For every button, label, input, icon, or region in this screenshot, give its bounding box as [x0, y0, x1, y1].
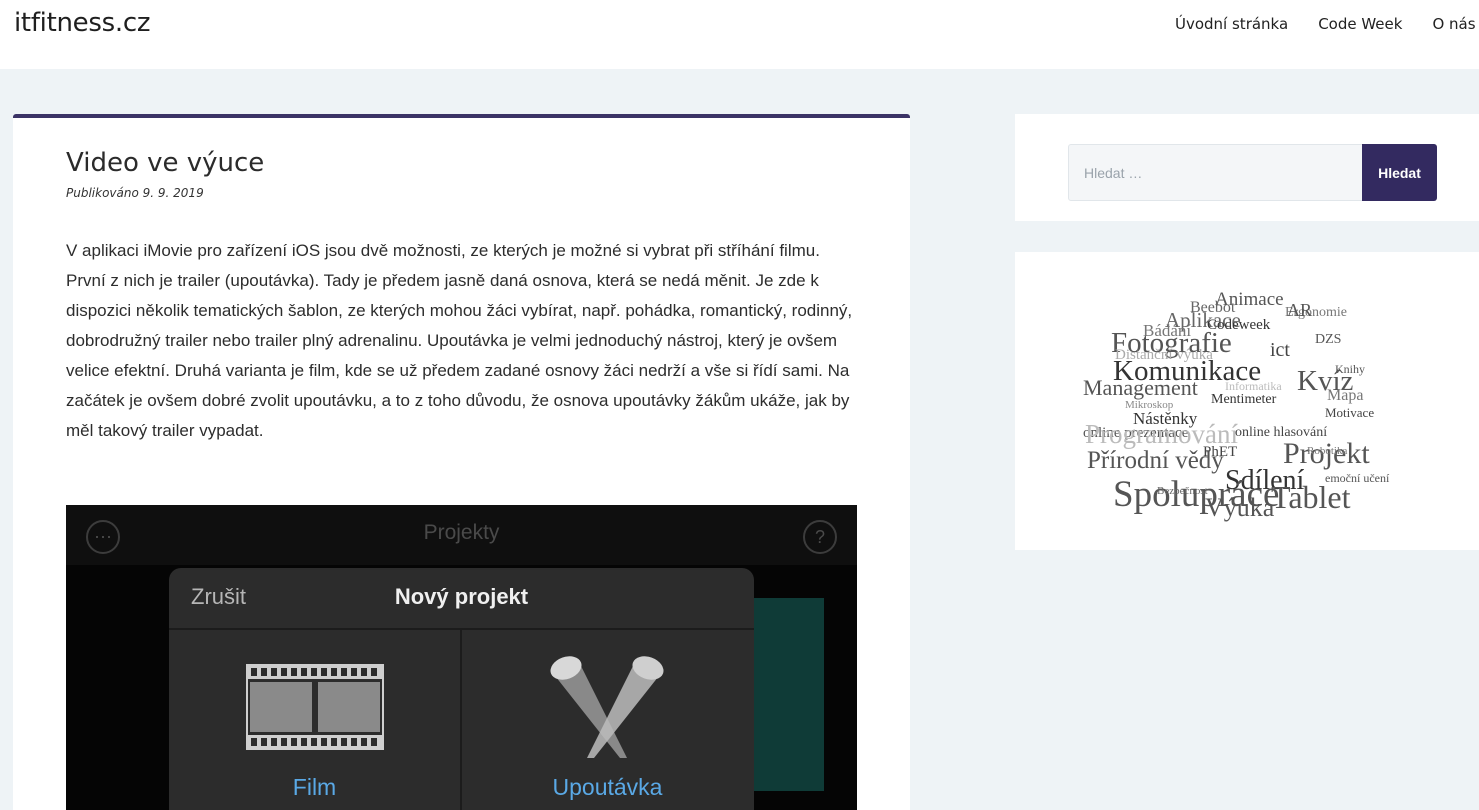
article-meta: Publikováno 9. 9. 2019: [66, 186, 204, 200]
tag-vyuka[interactable]: Výuka: [1205, 493, 1274, 523]
article-body: V aplikaci iMovie pro zařízení iOS jsou …: [66, 241, 853, 440]
background-thumbnail: [754, 598, 824, 791]
tag-ict[interactable]: ict: [1270, 339, 1290, 362]
tag-motivace[interactable]: Motivace: [1325, 405, 1374, 421]
search-widget: Hledat: [1015, 114, 1479, 221]
tag-mapa[interactable]: Mapa: [1327, 387, 1363, 405]
nav-item-home[interactable]: Úvodní stránka: [1175, 15, 1288, 33]
question-circle-icon: ?: [803, 520, 837, 554]
imovie-screenshot: ⋯ Projekty ? Zrušit Nový projekt Film Up…: [66, 505, 857, 810]
site-title[interactable]: itfitness.cz: [14, 8, 150, 38]
site-header: itfitness.cz Úvodní stránka Code Week O …: [0, 0, 1479, 69]
search-input[interactable]: [1068, 144, 1363, 201]
tag-prirodni-vedy[interactable]: Přírodní vědy: [1087, 447, 1224, 475]
article-title[interactable]: Video ve výuce: [66, 148, 264, 178]
tag-dzs[interactable]: DZS: [1315, 332, 1341, 348]
tag-emocni-uceni[interactable]: emoční učení: [1325, 471, 1389, 486]
modal-title: Nový projekt: [394, 584, 529, 609]
option-film: Film: [169, 630, 460, 810]
tag-mentimeter[interactable]: Mentimeter: [1211, 392, 1276, 408]
screenshot-header: ⋯ Projekty ?: [66, 505, 857, 565]
option-trailer: Upoutávka: [462, 630, 753, 810]
film-strip-icon: [246, 664, 384, 750]
nav-item-about[interactable]: O nás: [1432, 15, 1475, 33]
tag-bezpecnost[interactable]: Bezpečnost: [1157, 485, 1208, 497]
tag-cloud: Animace Beebot Aplikace Ergonomie AR Bád…: [1075, 287, 1415, 527]
search-button[interactable]: Hledat: [1362, 144, 1437, 201]
tag-robotika[interactable]: Robotika: [1307, 445, 1347, 457]
tag-ar[interactable]: AR: [1287, 300, 1312, 321]
main-nav: Úvodní stránka Code Week O nás: [1175, 15, 1479, 33]
new-project-modal: Zrušit Nový projekt Film Upoutávka: [169, 568, 754, 810]
screenshot-title: Projekty: [423, 521, 500, 544]
tag-informatika[interactable]: Informatika: [1225, 379, 1282, 394]
nav-item-code-week[interactable]: Code Week: [1318, 15, 1402, 33]
option-film-label: Film: [292, 774, 337, 800]
option-trailer-label: Upoutávka: [552, 774, 663, 800]
tag-cloud-widget: Animace Beebot Aplikace Ergonomie AR Bád…: [1015, 252, 1479, 550]
article-card: Video ve výuce Publikováno 9. 9. 2019 V …: [13, 114, 910, 810]
spotlights-icon: [550, 656, 664, 758]
tag-management[interactable]: Management: [1083, 375, 1198, 401]
